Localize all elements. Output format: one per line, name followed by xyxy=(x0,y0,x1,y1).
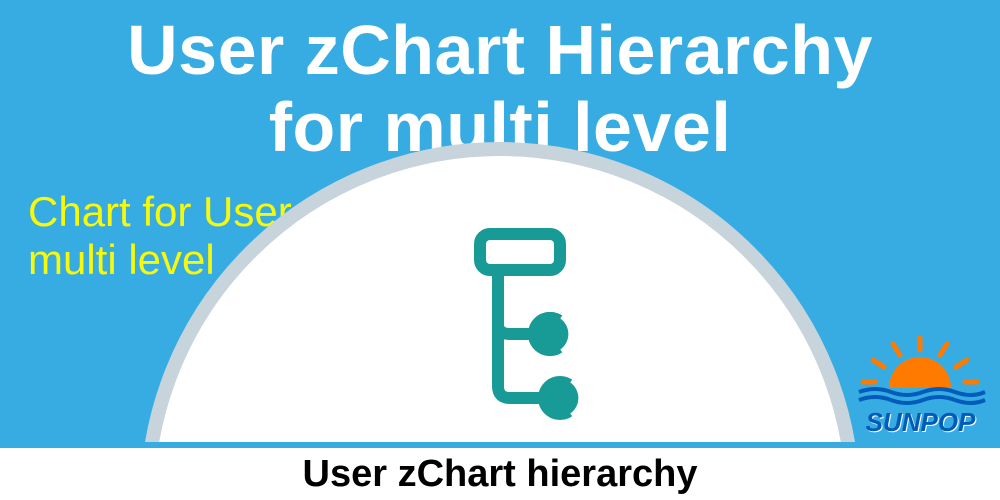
title-line-1: User zChart Hierarchy xyxy=(127,11,873,89)
subtitle-line-2: multi level xyxy=(28,236,215,283)
sunpop-logo: SUNPOP xyxy=(853,336,988,438)
hero-banner: User zChart Hierarchy for multi level Ch… xyxy=(0,0,1000,442)
logo-text: SUNPOP xyxy=(853,407,988,438)
sun-icon xyxy=(853,336,988,408)
hierarchy-diagram-icon xyxy=(410,228,590,433)
subtitle-line-1: Chart for User xyxy=(28,188,292,235)
footer-title: User zChart hierarchy xyxy=(303,453,698,496)
footer-bar: User zChart hierarchy xyxy=(0,448,1000,500)
